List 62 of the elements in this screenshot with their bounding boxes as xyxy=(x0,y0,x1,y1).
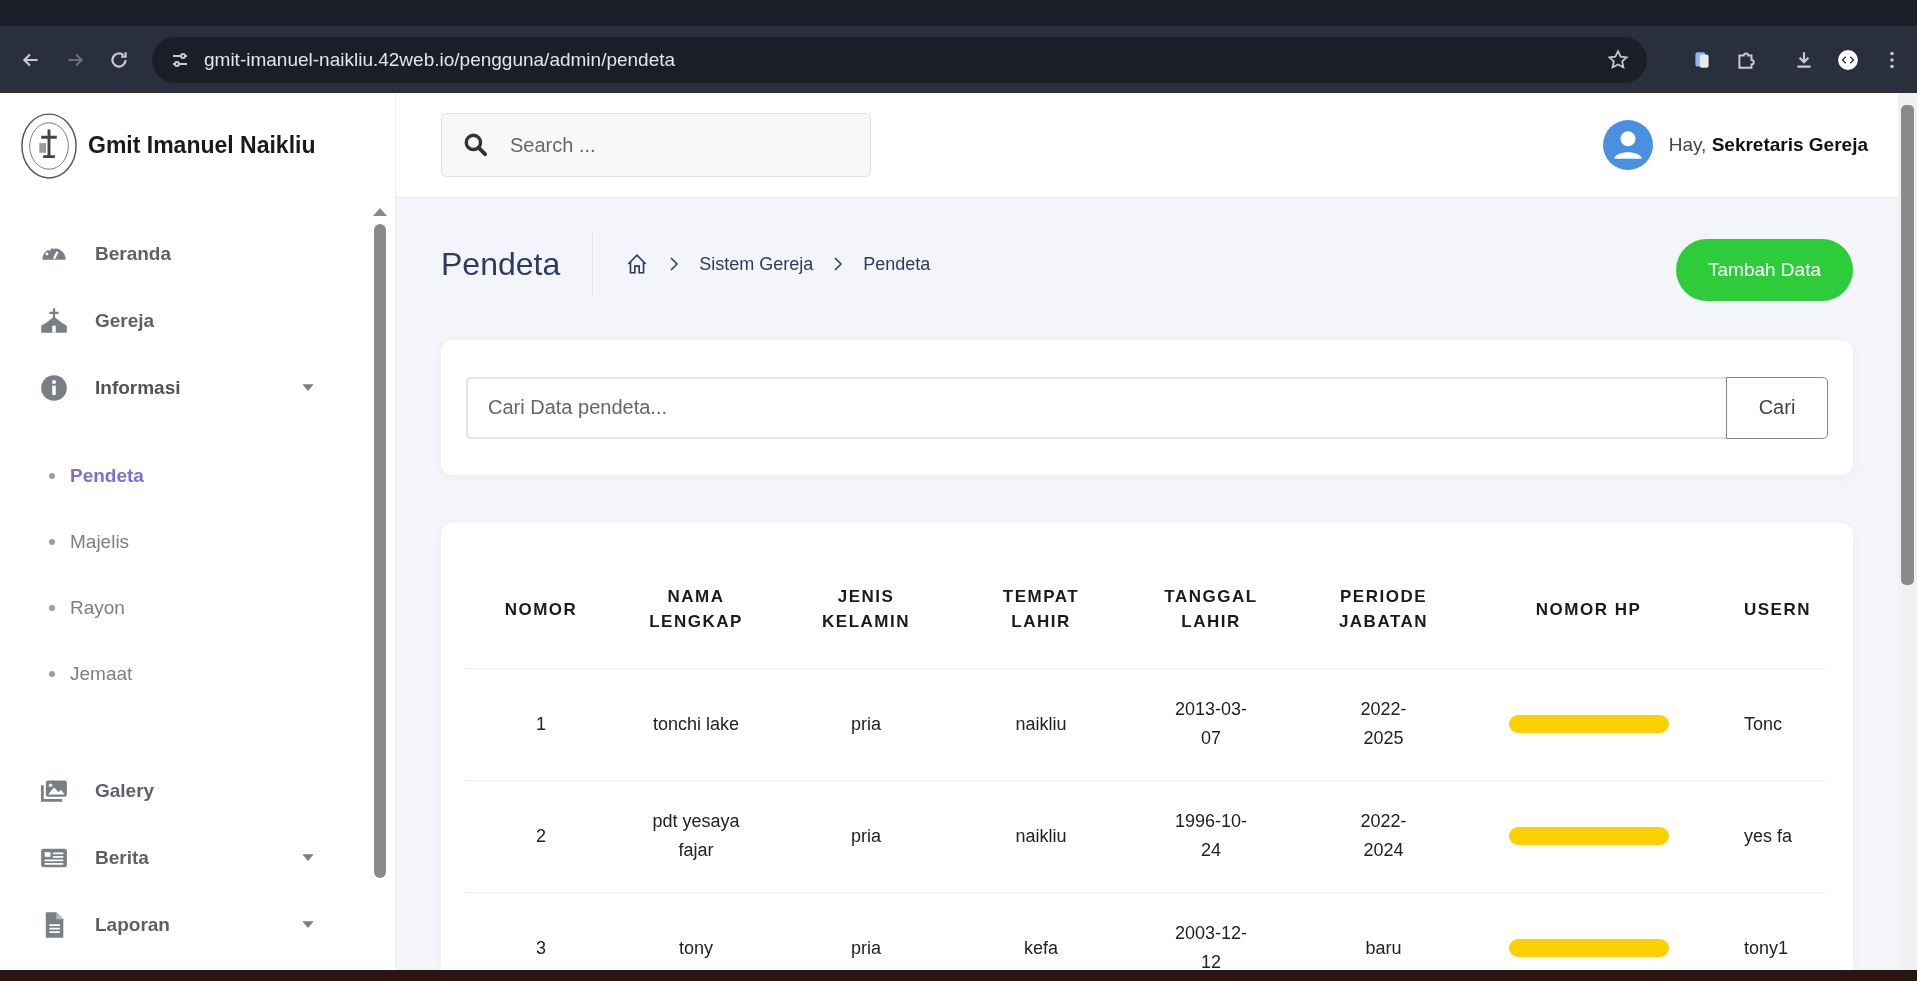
search-button[interactable]: Cari xyxy=(1726,376,1828,439)
column-header: TANGGAL LAHIR xyxy=(1163,585,1259,634)
search-icon xyxy=(463,132,489,158)
column-header: NOMOR xyxy=(504,598,578,621)
sidebar-item[interactable]: Beranda xyxy=(0,220,373,287)
column-header: USERN xyxy=(1744,598,1811,621)
profile-icon[interactable] xyxy=(1837,48,1859,71)
table-cell-text: 2022-2025 xyxy=(1359,698,1408,750)
table-cell-text: tony xyxy=(678,936,714,960)
table-cell-text: naikliu xyxy=(1015,824,1067,848)
sidebar-item[interactable]: Gereja xyxy=(0,287,373,354)
search-data-field[interactable]: Cari Data pendeta... xyxy=(466,376,1726,439)
breadcrumb-item[interactable]: Pendeta xyxy=(863,253,931,275)
table-cell-text: baru xyxy=(1364,936,1403,960)
table-cell-text: kefa xyxy=(1024,936,1058,960)
table-cell-text: 2 xyxy=(536,824,546,848)
submenu-item[interactable]: Pendeta xyxy=(0,443,373,509)
table-cell-text: pria xyxy=(851,824,881,848)
caret-icon xyxy=(301,383,315,392)
table-cell-text: pria xyxy=(851,712,881,736)
column-header: TEMPAT LAHIR xyxy=(1001,585,1081,634)
brand-name: Gmit Imanuel Naikliu xyxy=(88,132,316,159)
table-cell-text: tony1 xyxy=(1744,936,1789,960)
table-cell-text: Tonc xyxy=(1744,712,1783,736)
search-field[interactable]: Search ... xyxy=(441,113,871,177)
submenu-item[interactable]: Majelis xyxy=(0,509,373,575)
column-header: PERIODE JABATAN xyxy=(1337,585,1430,634)
table-cell-text: tonchi lake xyxy=(651,712,741,736)
column-header: JENIS KELAMIN xyxy=(821,585,911,634)
table-cell-text: pdt yesaya fajar xyxy=(651,810,741,862)
sidebar-item[interactable]: Informasi xyxy=(0,354,373,421)
page-scrollbar[interactable] xyxy=(1898,93,1917,970)
user-avatar-icon[interactable] xyxy=(1602,120,1653,170)
page-title: Pendeta xyxy=(441,230,594,298)
sidebar-item[interactable]: Berita xyxy=(0,824,373,891)
table-cell-text: yes fa xyxy=(1744,824,1793,848)
table-cell-text: naikliu xyxy=(1015,712,1067,736)
table-cell-text: pria xyxy=(851,936,881,960)
table-cell-text: 2003-12-12 xyxy=(1173,922,1249,970)
column-header: NAMA LENGKAP xyxy=(648,585,744,634)
address-bar[interactable]: gmit-imanuel-naikliu.42web.io/pengguna/admin/pendeta xyxy=(152,36,1647,83)
caret-icon xyxy=(301,853,315,862)
sidebar-item[interactable]: Laporan xyxy=(0,891,373,958)
chevron-icon xyxy=(669,256,680,272)
url-text: gmit-imanuel-naikliu.42web.io/pengguna/admin/pendeta xyxy=(204,48,677,71)
sidebar-scrollbar[interactable] xyxy=(373,208,387,878)
submenu-item[interactable]: Jemaat xyxy=(0,641,373,707)
breadcrumb-item[interactable]: Sistem Gereja xyxy=(699,253,814,275)
user-greeting: Hay, Sekretaris Gereja xyxy=(1668,134,1868,156)
caret-icon xyxy=(301,920,315,929)
table-cell-text: 2013-03-07 xyxy=(1173,698,1249,750)
sidebar-item[interactable]: Galery xyxy=(0,757,373,824)
chevron-icon xyxy=(833,256,844,272)
table-cell-text: 1996-10-24 xyxy=(1173,810,1249,862)
church-icon xyxy=(40,306,68,335)
table-cell-text: 1 xyxy=(536,712,546,736)
bookmark-star-icon[interactable] xyxy=(1607,48,1629,71)
table-cell-text: 2022-2024 xyxy=(1359,810,1408,862)
column-header: NOMOR HP xyxy=(1535,598,1642,621)
info-icon xyxy=(40,373,68,402)
table-cell-text: 3 xyxy=(536,936,546,960)
submenu-item[interactable]: Rayon xyxy=(0,575,373,641)
